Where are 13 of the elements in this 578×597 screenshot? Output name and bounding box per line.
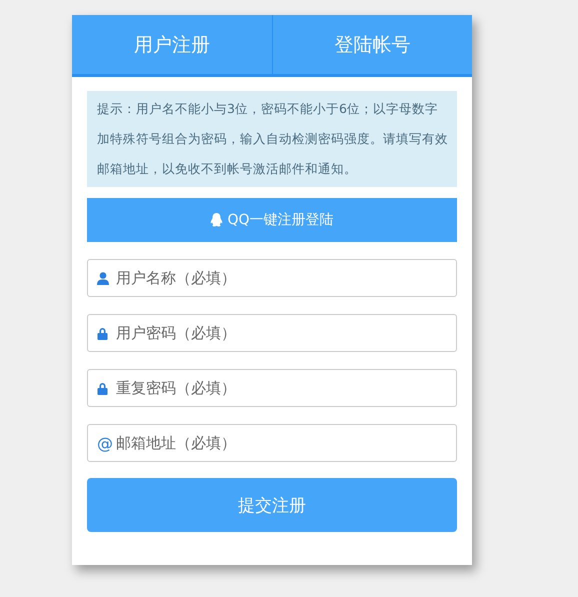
input-field[interactable]: 用户名称（必填） <box>87 259 457 297</box>
user-icon <box>97 272 109 284</box>
input-field[interactable]: 用户密码（必填） <box>87 314 457 352</box>
tab[interactable]: 用户注册 <box>72 15 272 74</box>
submit-button[interactable]: 提交注册 <box>87 478 457 532</box>
lock-icon <box>97 382 108 394</box>
at-icon: @ <box>97 434 113 452</box>
input-field[interactable]: 重复密码（必填） <box>87 369 457 407</box>
notice-text: 提示：用户名不能小与3位，密码不能小于6位；以字母数字加特殊符号组合为密码，输入自动检测密码强度。请填写有效邮箱地址，以免收不到帐号激活邮件和通知。 <box>87 91 457 187</box>
lock-icon <box>97 326 108 340</box>
tab[interactable]: 登陆帐号 <box>272 15 472 74</box>
penguin-icon <box>210 213 224 227</box>
qq-login-button[interactable]: QQ一键注册登陆 <box>87 198 457 242</box>
